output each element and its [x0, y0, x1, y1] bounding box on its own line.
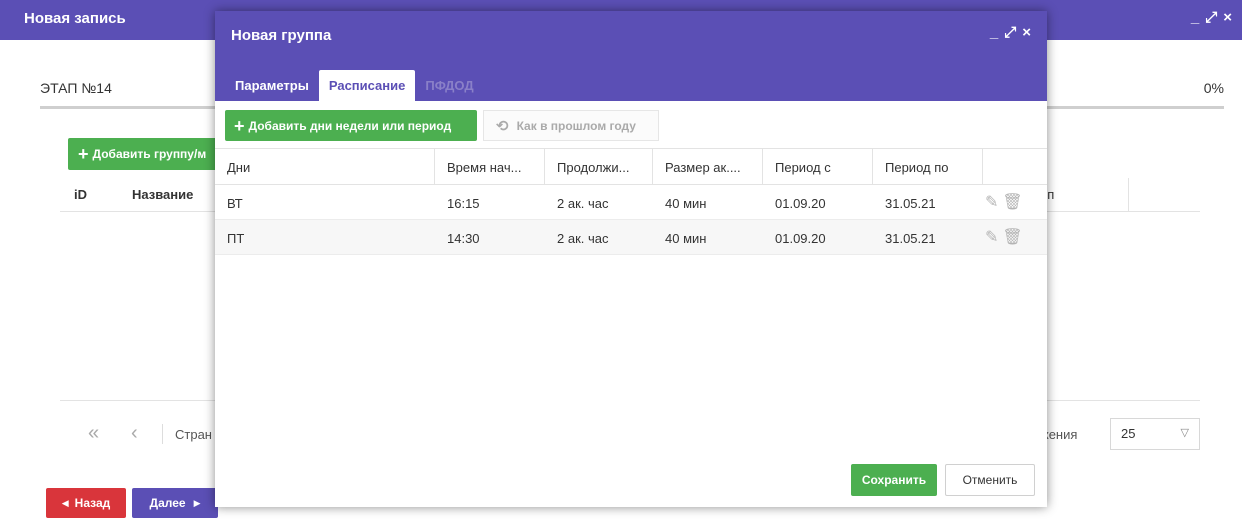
- row-actions: ✎ 🗑: [985, 227, 1023, 247]
- column-header-id[interactable]: iD: [74, 187, 87, 202]
- table-row[interactable]: ПТ 14:30 2 ак. час 40 мин 01.09.20 31.05…: [215, 220, 1047, 255]
- chevron-left-icon: ◀: [61, 497, 69, 508]
- close-icon[interactable]: ×: [1022, 24, 1031, 41]
- chevron-down-icon: ▽: [1180, 427, 1189, 439]
- cell-period-to: 31.05.21: [885, 231, 936, 246]
- maximize-icon[interactable]: ⤢: [1004, 24, 1016, 41]
- save-button[interactable]: Сохранить: [851, 464, 937, 496]
- dialog-title: Новая группа: [231, 27, 332, 44]
- cell-period-to: 31.05.21: [885, 196, 936, 211]
- background-title: Новая запись: [24, 10, 126, 27]
- trash-icon[interactable]: 🗑: [1002, 227, 1022, 247]
- dialog-header: Новая группа _ ⤢ × Параметры Расписание …: [215, 11, 1047, 101]
- dialog-tabs: Параметры Расписание ПФДОД: [225, 70, 484, 101]
- next-button[interactable]: Далее ▶: [132, 488, 218, 518]
- pencil-icon[interactable]: ✎: [985, 227, 998, 247]
- minimize-icon[interactable]: _: [990, 24, 998, 41]
- schedule-table: Дни Время нач... Продолжи... Размер ак..…: [215, 149, 1047, 255]
- schedule-table-header: Дни Время нач... Продолжи... Размер ак..…: [215, 149, 1047, 185]
- per-page-select[interactable]: 25 ▽: [1110, 418, 1200, 450]
- column-header-actions: [983, 149, 1047, 185]
- column-header-start-time[interactable]: Время нач...: [435, 149, 545, 185]
- plus-icon: +: [78, 144, 89, 164]
- column-header-lesson-size[interactable]: Размер ак....: [653, 149, 763, 185]
- tab-parameters[interactable]: Параметры: [225, 70, 319, 101]
- prev-page-icon[interactable]: ‹: [131, 422, 138, 445]
- pencil-icon[interactable]: ✎: [985, 192, 998, 212]
- minimize-icon[interactable]: _: [1191, 9, 1199, 26]
- pager-separator: [162, 424, 163, 444]
- next-label: Далее: [149, 496, 186, 510]
- like-last-year-label: Как в прошлом году: [516, 118, 636, 133]
- back-label: Назад: [74, 496, 111, 510]
- row-actions: ✎ 🗑: [985, 192, 1023, 212]
- column-header-period-to[interactable]: Период по: [873, 149, 983, 185]
- tab-schedule[interactable]: Расписание: [318, 70, 416, 101]
- first-page-icon[interactable]: «: [88, 422, 99, 445]
- trash-icon[interactable]: 🗑: [1002, 192, 1022, 212]
- history-icon: ⟲: [496, 117, 509, 135]
- back-button[interactable]: ◀ Назад: [46, 488, 126, 518]
- cell-period-from: 01.09.20: [775, 231, 826, 246]
- progress-percent: 0%: [1203, 80, 1224, 96]
- stage-label: ЭТАП №14: [40, 80, 112, 96]
- dialog-window-controls: _ ⤢ ×: [990, 24, 1031, 41]
- cell-lesson-size: 40 мин: [665, 196, 707, 211]
- close-icon[interactable]: ×: [1223, 9, 1232, 26]
- add-group-label: Добавить группу/м: [92, 147, 207, 161]
- column-header-days[interactable]: Дни: [215, 149, 435, 185]
- cell-day: ВТ: [227, 196, 243, 211]
- add-days-label: Добавить дни недели или период: [248, 118, 452, 133]
- maximize-icon[interactable]: ⤢: [1205, 9, 1217, 26]
- new-group-dialog: Новая группа _ ⤢ × Параметры Расписание …: [215, 11, 1047, 507]
- schedule-toolbar: + Добавить дни недели или период ⟲ Как в…: [215, 101, 1047, 149]
- plus-icon: +: [234, 115, 245, 136]
- cell-lesson-size: 40 мин: [665, 231, 707, 246]
- cancel-button[interactable]: Отменить: [945, 464, 1035, 496]
- chevron-right-icon: ▶: [193, 497, 201, 508]
- column-header-duration[interactable]: Продолжи...: [545, 149, 653, 185]
- column-header-period-from[interactable]: Период с: [763, 149, 873, 185]
- column-header-name[interactable]: Название: [132, 187, 193, 202]
- cell-start-time: 16:15: [447, 196, 480, 211]
- add-days-button[interactable]: + Добавить дни недели или период: [225, 110, 477, 141]
- per-page-value: 25: [1121, 426, 1136, 441]
- column-divider: [1128, 178, 1129, 212]
- background-window-controls: _ ⤢ ×: [1191, 9, 1232, 26]
- cell-duration: 2 ак. час: [557, 196, 609, 211]
- cell-start-time: 14:30: [447, 231, 480, 246]
- cell-period-from: 01.09.20: [775, 196, 826, 211]
- table-row[interactable]: ВТ 16:15 2 ак. час 40 мин 01.09.20 31.05…: [215, 185, 1047, 220]
- cell-day: ПТ: [227, 231, 245, 246]
- like-last-year-button: ⟲ Как в прошлом году: [483, 110, 659, 141]
- cell-duration: 2 ак. час: [557, 231, 609, 246]
- page-label: Стран: [175, 427, 212, 442]
- tab-pfdod: ПФДОД: [425, 78, 474, 93]
